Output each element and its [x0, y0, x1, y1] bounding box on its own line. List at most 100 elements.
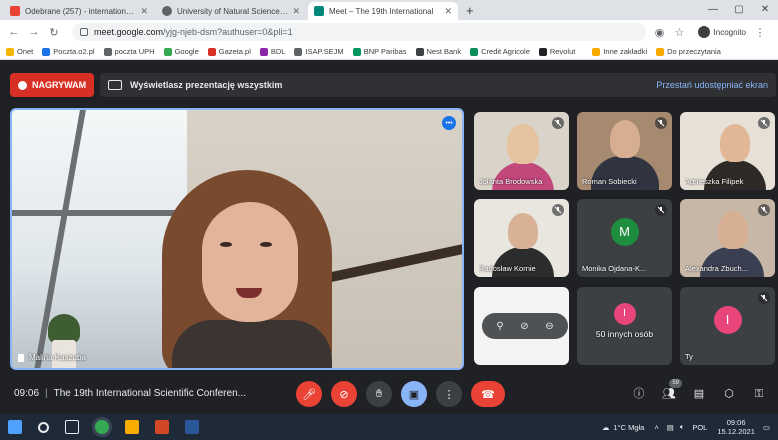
- more-options-icon[interactable]: •••: [442, 116, 456, 130]
- bookmark-icon: [538, 47, 547, 56]
- leave-call-button[interactable]: ☎︎: [471, 381, 505, 407]
- bookmark-icon: [207, 47, 216, 56]
- back-icon[interactable]: ←: [6, 26, 22, 38]
- bookmark-item[interactable]: BDL: [259, 47, 285, 56]
- windows-taskbar: ☁︎ 1°C Mgła ˄ ▤ 🔈︎ POL 09:06 15.12.2021 …: [0, 414, 778, 440]
- bookmark-item[interactable]: Onet: [6, 47, 33, 56]
- browser-tab-gmail[interactable]: Odebrane (257) - international.o ✕: [4, 2, 154, 20]
- people-icon[interactable]: 👥︎ 59: [660, 379, 682, 403]
- activities-icon[interactable]: ⬡: [720, 385, 738, 403]
- minimize-icon[interactable]: —: [700, 0, 726, 20]
- bookmark-folder[interactable]: Do przeczytania: [656, 47, 721, 56]
- speaker-name-label: Malina Kaszuba: [18, 353, 86, 362]
- muted-mic-icon: [655, 204, 667, 216]
- participant-tile[interactable]: Roman Sobiecki: [577, 112, 672, 190]
- meet-icon: [314, 6, 324, 16]
- maximize-icon[interactable]: ▢: [726, 0, 752, 20]
- bookmark-star-icon[interactable]: ☆: [672, 26, 688, 39]
- meeting-time: 09:06: [14, 388, 40, 399]
- call-controls: 🎤︎ ⊘ ✋︎ ▣ ⋮ ☎︎: [296, 381, 514, 407]
- bookmark-item[interactable]: Poczta.o2.pl: [42, 47, 95, 56]
- present-screen-icon: [108, 80, 122, 90]
- speaker-video: [152, 170, 352, 368]
- remove-icon[interactable]: ⊖: [545, 321, 553, 332]
- clock-time: 09:06: [726, 418, 746, 427]
- participant-count: 59: [669, 379, 682, 388]
- mute-icon[interactable]: ⊘: [520, 321, 528, 332]
- bookmark-item[interactable]: Nest Bank: [415, 47, 461, 56]
- notifications-icon[interactable]: ▭: [763, 423, 770, 432]
- meet-bottom-bar: 09:06 | The 19th International Scientific …: [0, 374, 778, 414]
- host-controls-icon[interactable]: ⚿: [750, 385, 768, 403]
- file-explorer-icon[interactable]: [125, 420, 139, 434]
- close-tab-icon[interactable]: ✕: [292, 6, 300, 17]
- browser-tab-meet[interactable]: Meet – The 19th International ✕: [308, 2, 458, 20]
- close-tab-icon[interactable]: ✕: [140, 6, 148, 17]
- more-options-button[interactable]: ⋮: [436, 381, 462, 407]
- address-bar[interactable]: meet.google.com /yjg-njeb-dsm?authuser=0…: [72, 23, 646, 41]
- raise-hand-button[interactable]: ✋︎: [366, 381, 392, 407]
- chrome-icon[interactable]: [95, 420, 109, 434]
- participant-tile[interactable]: M Monika Ojdana-K...: [577, 199, 672, 277]
- self-tile[interactable]: I Ty: [680, 287, 775, 365]
- weather-icon: ☁︎: [601, 422, 610, 432]
- meeting-info: 09:06 | The 19th International Scientific …: [14, 388, 246, 399]
- main-speaker-tile[interactable]: ••• Malina Kaszuba: [10, 108, 464, 370]
- incognito-badge[interactable]: Incognito: [697, 26, 746, 38]
- participant-avatar: M: [610, 217, 639, 246]
- tile-hover-controls: ⚲ ⊘ ⊖: [482, 313, 568, 339]
- bookmark-item[interactable]: Google: [163, 47, 199, 56]
- pin-icon: [18, 353, 24, 362]
- search-icon[interactable]: [38, 421, 49, 433]
- browser-menu-icon[interactable]: ⋮: [752, 26, 768, 39]
- microphone-off-button[interactable]: 🎤︎: [296, 381, 322, 407]
- reload-icon[interactable]: ↻: [46, 26, 62, 39]
- chat-icon[interactable]: ▤: [690, 385, 708, 403]
- volume-icon[interactable]: 🔈︎: [680, 422, 685, 432]
- participant-tile[interactable]: Radosław Kornie: [474, 199, 569, 277]
- forward-icon[interactable]: →: [26, 26, 42, 38]
- bookmark-item[interactable]: Gazeta.pl: [207, 47, 251, 56]
- close-window-icon[interactable]: ✕: [752, 0, 778, 20]
- participant-name: Agnieszka Filipek: [685, 177, 744, 186]
- language-indicator[interactable]: POL: [692, 423, 707, 432]
- bookmark-folder[interactable]: Inne zakładki: [592, 47, 647, 56]
- folder-icon: [592, 47, 601, 56]
- bookmark-icon: [103, 47, 112, 56]
- present-button[interactable]: ▣: [401, 381, 427, 407]
- word-icon[interactable]: [185, 420, 199, 434]
- clock-date: 15.12.2021: [717, 427, 755, 436]
- browser-toolbar: ← → ↻ meet.google.com /yjg-njeb-dsm?auth…: [0, 20, 778, 44]
- others-tile[interactable]: I 50 innych osób: [577, 287, 672, 365]
- meeting-title: The 19th International Scientific Confer…: [53, 388, 246, 399]
- bookmark-item[interactable]: poczta UPH: [103, 47, 155, 56]
- weather-text[interactable]: 1°C Mgła: [613, 423, 644, 432]
- meeting-details-icon[interactable]: ⓘ: [630, 385, 648, 403]
- side-panel-controls: ⓘ 👥︎ 59 ▤ ⬡ ⚿: [618, 379, 768, 403]
- bookmark-item[interactable]: ISAP.SEJM: [294, 47, 344, 56]
- task-view-icon[interactable]: [65, 420, 79, 434]
- stop-sharing-button[interactable]: Przestań udostępniać ekran: [656, 80, 768, 90]
- browser-tab-university[interactable]: University of Natural Sciences an ✕: [156, 2, 306, 20]
- muted-mic-icon: [758, 292, 770, 304]
- camera-off-button[interactable]: ⊘: [331, 381, 357, 407]
- bookmark-item[interactable]: BNP Paribas: [352, 47, 407, 56]
- bookmark-item[interactable]: Credit Agricole: [470, 47, 530, 56]
- pin-icon[interactable]: ⚲: [496, 321, 503, 332]
- windows-start-icon[interactable]: [8, 420, 22, 434]
- participant-tile[interactable]: Jolanta Brodowska: [474, 112, 569, 190]
- bookmark-item[interactable]: Revolut: [538, 47, 575, 56]
- bookmark-icon: [294, 47, 303, 56]
- tray-arrow-icon[interactable]: ˄: [654, 423, 658, 432]
- participant-tile[interactable]: Agnieszka Filipek: [680, 112, 775, 190]
- participant-name: Radosław Kornie: [479, 264, 536, 273]
- close-tab-icon[interactable]: ✕: [444, 6, 452, 17]
- clock[interactable]: 09:06 15.12.2021: [717, 418, 755, 436]
- participant-tile[interactable]: Alexandra Zbuch...: [680, 199, 775, 277]
- new-tab-button[interactable]: +: [466, 2, 474, 20]
- powerpoint-icon[interactable]: [155, 420, 169, 434]
- camera-indicator-icon[interactable]: ◉: [652, 26, 668, 39]
- network-icon[interactable]: ▤: [667, 423, 674, 432]
- globe-icon: [162, 6, 172, 16]
- recording-button[interactable]: NAGRYWAM: [10, 73, 95, 97]
